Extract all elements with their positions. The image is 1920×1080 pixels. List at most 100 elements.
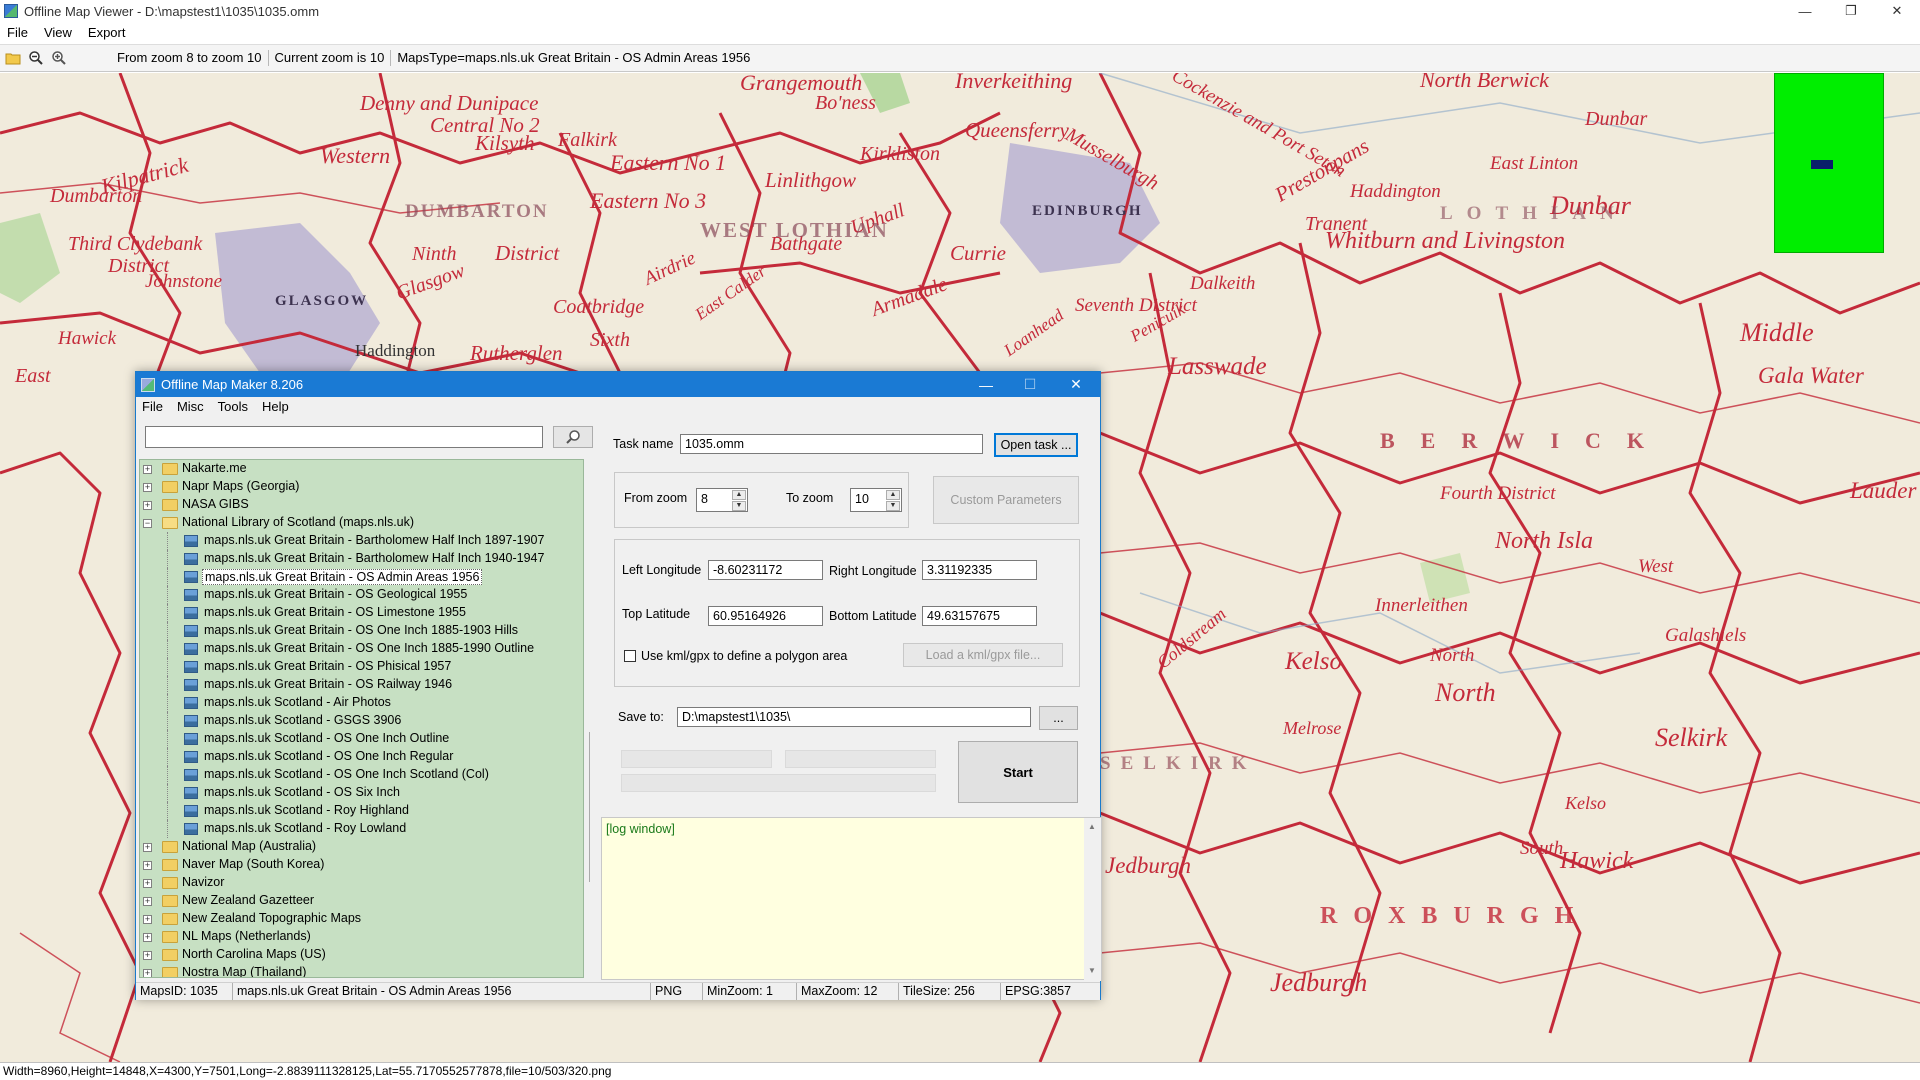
dialog-menu-tools[interactable]: Tools [211, 399, 255, 414]
scroll-down-icon[interactable]: ▼ [1088, 966, 1096, 975]
save-to-field[interactable]: D:\mapstest1\1035\ [677, 707, 1031, 727]
map-tile-icon [184, 661, 198, 673]
tree-map-item[interactable]: maps.nls.uk Great Britain - OS Geologica… [140, 586, 583, 604]
tree-map-item[interactable]: maps.nls.uk Great Britain - OS Limestone… [140, 604, 583, 622]
tree-folder-item[interactable]: + NASA GIBS [140, 496, 583, 514]
minimize-icon[interactable]: — [1782, 0, 1828, 22]
tree-folder-item[interactable]: + NL Maps (Netherlands) [140, 928, 583, 946]
tree-connector [167, 820, 168, 838]
zoom-in-icon[interactable] [49, 48, 69, 68]
expand-icon[interactable]: + [143, 501, 152, 510]
dialog-menu-misc[interactable]: Misc [170, 399, 211, 414]
log-scrollbar[interactable]: ▲ ▼ [1084, 818, 1101, 981]
map-label: Haddington [355, 341, 436, 360]
zoom-out-icon[interactable] [26, 48, 46, 68]
to-zoom-down-icon[interactable]: ▼ [886, 501, 900, 511]
from-zoom-stepper[interactable]: 8 ▲ ▼ [696, 488, 748, 512]
tree-folder-item[interactable]: + North Carolina Maps (US) [140, 946, 583, 964]
map-label: Fourth District [1440, 483, 1556, 504]
expand-icon[interactable]: + [143, 915, 152, 924]
expand-icon[interactable]: + [143, 897, 152, 906]
menu-export[interactable]: Export [80, 25, 134, 40]
expand-icon[interactable]: + [143, 969, 152, 977]
to-zoom-label: To zoom [786, 491, 834, 505]
menu-view[interactable]: View [36, 25, 80, 40]
open-task-button[interactable]: Open task ... [994, 433, 1078, 457]
tree-map-item[interactable]: maps.nls.uk Great Britain - OS Railway 1… [140, 676, 583, 694]
tree-map-item[interactable]: maps.nls.uk Scotland - GSGS 3906 [140, 712, 583, 730]
tree-map-item[interactable]: maps.nls.uk Scotland - Air Photos [140, 694, 583, 712]
to-zoom-up-icon[interactable]: ▲ [886, 490, 900, 500]
tree-folder-item[interactable]: + Navizor [140, 874, 583, 892]
left-longitude-field[interactable]: -8.60231172 [708, 560, 823, 580]
search-button[interactable] [553, 426, 593, 448]
tree-map-item[interactable]: maps.nls.uk Scotland - OS One Inch Outli… [140, 730, 583, 748]
tree-map-item[interactable]: maps.nls.uk Great Britain - OS One Inch … [140, 640, 583, 658]
expand-icon[interactable]: + [143, 465, 152, 474]
expand-icon[interactable]: + [143, 933, 152, 942]
from-zoom-down-icon[interactable]: ▼ [732, 501, 746, 511]
tree-item-label: New Zealand Gazetteer [182, 893, 315, 907]
collapse-icon[interactable]: − [143, 519, 152, 528]
expand-icon[interactable]: + [143, 843, 152, 852]
expand-icon[interactable]: + [143, 861, 152, 870]
search-icon [566, 430, 580, 444]
tree-folder-item[interactable]: + Napr Maps (Georgia) [140, 478, 583, 496]
tree-folder-item[interactable]: + Nostra Map (Thailand) [140, 964, 583, 977]
overview-minimap[interactable] [1774, 73, 1884, 253]
expand-icon[interactable]: + [143, 951, 152, 960]
current-zoom-text: Current zoom is 10 [267, 50, 391, 66]
open-folder-icon[interactable] [3, 48, 23, 68]
dialog-minimize-icon[interactable]: — [964, 372, 1008, 397]
menu-file[interactable]: File [0, 25, 36, 40]
map-label: Lauder [1850, 478, 1917, 503]
maps-search-input[interactable] [145, 426, 543, 448]
tree-map-item[interactable]: maps.nls.uk Scotland - OS One Inch Regul… [140, 748, 583, 766]
scroll-up-icon[interactable]: ▲ [1088, 822, 1096, 831]
tree-map-item[interactable]: maps.nls.uk Great Britain - OS Admin Are… [140, 568, 583, 586]
dialog-menu-file[interactable]: File [136, 399, 170, 414]
custom-parameters-button[interactable]: Custom Parameters [933, 476, 1079, 524]
tree-folder-item[interactable]: + New Zealand Topographic Maps [140, 910, 583, 928]
expand-icon[interactable]: + [143, 483, 152, 492]
tree-folder-item[interactable]: + National Map (Australia) [140, 838, 583, 856]
use-kml-checkbox[interactable] [624, 650, 636, 662]
tree-map-item[interactable]: maps.nls.uk Scotland - OS Six Inch [140, 784, 583, 802]
tree-item-label: maps.nls.uk Great Britain - Bartholomew … [204, 551, 545, 565]
map-tile-icon [184, 553, 198, 565]
right-longitude-field[interactable]: 3.31192335 [922, 560, 1037, 580]
close-icon[interactable]: ✕ [1874, 0, 1920, 22]
log-window[interactable]: [log window] ▲ ▼ [601, 817, 1102, 981]
restore-icon[interactable]: ❐ [1828, 0, 1874, 22]
tree-map-item[interactable]: maps.nls.uk Scotland - Roy Highland [140, 802, 583, 820]
browse-button[interactable]: ... [1039, 706, 1078, 730]
tree-item-label: Navizor [182, 875, 225, 889]
map-label: Lasswade [1168, 353, 1267, 380]
expand-icon[interactable]: + [143, 879, 152, 888]
load-kml-button[interactable]: Load a kml/gpx file... [903, 643, 1063, 667]
bottom-latitude-field[interactable]: 49.63157675 [922, 606, 1037, 626]
tree-map-item[interactable]: maps.nls.uk Great Britain - Bartholomew … [140, 550, 583, 568]
dialog-close-icon[interactable]: ✕ [1054, 372, 1098, 397]
tree-map-item[interactable]: maps.nls.uk Great Britain - OS Phisical … [140, 658, 583, 676]
map-label: Dalkeith [1190, 273, 1256, 294]
map-label: North Berwick [1420, 73, 1549, 92]
to-zoom-stepper[interactable]: 10 ▲ ▼ [850, 488, 902, 512]
tree-map-item[interactable]: maps.nls.uk Scotland - OS One Inch Scotl… [140, 766, 583, 784]
tree-map-item[interactable]: maps.nls.uk Great Britain - OS One Inch … [140, 622, 583, 640]
top-latitude-label: Top Latitude [622, 607, 691, 621]
dialog-maximize-icon[interactable]: ☐ [1008, 372, 1052, 397]
top-latitude-field[interactable]: 60.95164926 [708, 606, 823, 626]
tree-folder-item[interactable]: + New Zealand Gazetteer [140, 892, 583, 910]
tree-folder-item[interactable]: + Naver Map (South Korea) [140, 856, 583, 874]
maps-tree[interactable]: + Nakarte.me + Napr Maps (Georgia) + NASA GIB… [139, 459, 584, 978]
start-button[interactable]: Start [958, 741, 1078, 803]
splitter[interactable] [589, 732, 590, 882]
dialog-menu-help[interactable]: Help [255, 399, 296, 414]
tree-folder-item[interactable]: − National Library of Scotland (maps.nls.… [140, 514, 583, 532]
from-zoom-up-icon[interactable]: ▲ [732, 490, 746, 500]
task-name-field[interactable]: 1035.omm [680, 434, 983, 454]
tree-folder-item[interactable]: + Nakarte.me [140, 460, 583, 478]
tree-map-item[interactable]: maps.nls.uk Scotland - Roy Lowland [140, 820, 583, 838]
tree-map-item[interactable]: maps.nls.uk Great Britain - Bartholomew … [140, 532, 583, 550]
